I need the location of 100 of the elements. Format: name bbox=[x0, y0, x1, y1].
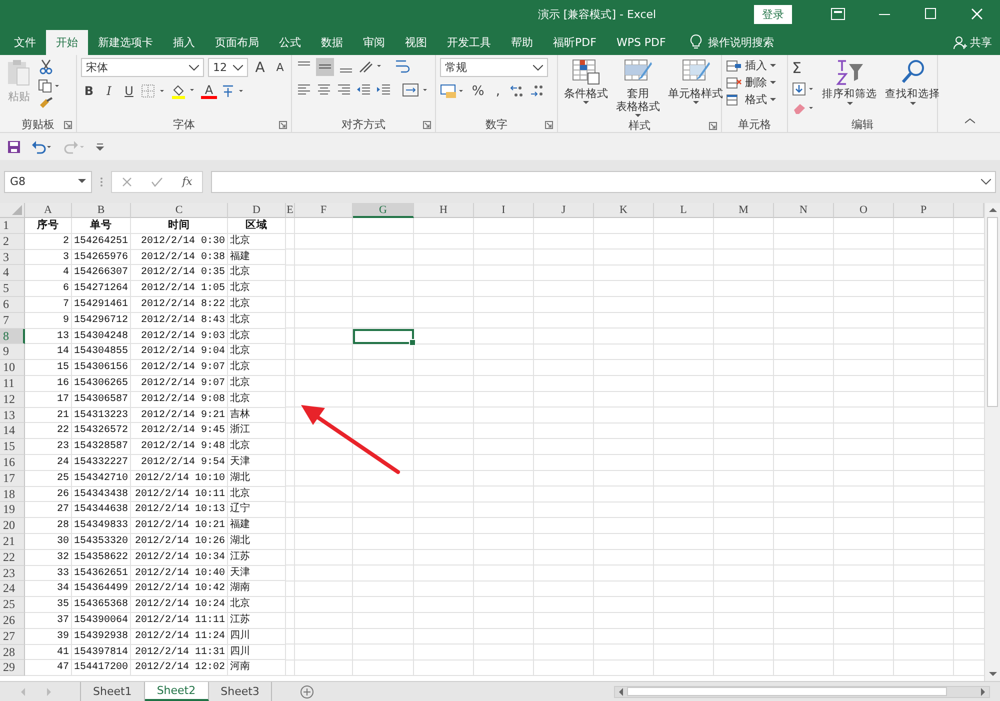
scroll-thumb[interactable] bbox=[627, 687, 947, 696]
align-icon[interactable] bbox=[296, 83, 312, 97]
cut-icon[interactable] bbox=[38, 59, 54, 75]
dialog-launcher-icon[interactable] bbox=[423, 121, 431, 129]
sheet-tab[interactable]: Sheet3 bbox=[208, 682, 272, 701]
phonetic-guide-icon[interactable] bbox=[221, 83, 245, 99]
save-icon[interactable] bbox=[7, 140, 21, 154]
row-header[interactable]: 11 bbox=[0, 376, 25, 392]
ribbon-tab[interactable]: 文件 bbox=[4, 30, 46, 55]
row-header[interactable]: 12 bbox=[0, 392, 25, 408]
name-box[interactable]: G8 bbox=[4, 170, 92, 192]
maximize-icon[interactable] bbox=[925, 8, 937, 20]
column-header[interactable]: D bbox=[228, 203, 286, 218]
column-header[interactable]: B bbox=[72, 203, 131, 218]
format-as-table-button[interactable]: 套用 表格格式 bbox=[614, 58, 662, 118]
currency-icon[interactable] bbox=[440, 83, 466, 99]
column-header[interactable]: N bbox=[774, 203, 834, 218]
row-header[interactable]: 26 bbox=[0, 612, 25, 629]
italic-button[interactable]: I bbox=[101, 84, 117, 98]
scroll-right-icon[interactable] bbox=[980, 688, 986, 696]
row-header[interactable]: 24 bbox=[0, 581, 25, 598]
ribbon-tab[interactable]: 数据 bbox=[311, 30, 353, 55]
align-icon[interactable] bbox=[316, 83, 332, 97]
ribbon-tab[interactable]: 插入 bbox=[163, 30, 205, 55]
row-header[interactable]: 20 bbox=[0, 518, 25, 534]
drag-handle-icon[interactable] bbox=[100, 176, 103, 186]
dialog-launcher-icon[interactable] bbox=[709, 122, 717, 130]
copy-icon[interactable] bbox=[38, 79, 60, 93]
sort-filter-button[interactable]: 排序和筛选 bbox=[820, 58, 879, 106]
row-header[interactable]: 16 bbox=[0, 454, 25, 471]
dialog-launcher-icon[interactable] bbox=[279, 121, 287, 129]
ribbon-tab[interactable]: 页面布局 bbox=[205, 30, 269, 55]
align-icon[interactable] bbox=[356, 83, 372, 97]
comma-button[interactable]: , bbox=[490, 84, 506, 98]
row-header[interactable]: 3 bbox=[0, 250, 25, 266]
tell-me-search[interactable]: 操作说明搜索 bbox=[708, 30, 774, 55]
ribbon-tab[interactable]: 审阅 bbox=[353, 30, 395, 55]
delete-button[interactable]: 删除 bbox=[726, 75, 776, 90]
ribbon-tab[interactable]: WPS PDF bbox=[606, 30, 676, 55]
column-header[interactable]: L bbox=[654, 203, 714, 218]
vertical-scrollbar[interactable] bbox=[984, 203, 1000, 681]
add-sheet-icon[interactable] bbox=[300, 684, 314, 698]
underline-button[interactable]: U bbox=[121, 84, 137, 98]
undo-icon[interactable] bbox=[31, 140, 53, 154]
ribbon-display-icon[interactable] bbox=[831, 8, 845, 20]
row-header[interactable]: 17 bbox=[0, 470, 25, 487]
formula-input[interactable] bbox=[211, 170, 996, 192]
middle-align-icon[interactable] bbox=[316, 58, 334, 76]
column-header[interactable]: E bbox=[286, 203, 295, 218]
column-header[interactable]: A bbox=[25, 203, 72, 218]
row-header[interactable]: 2 bbox=[0, 234, 25, 250]
row-header[interactable]: 8 bbox=[0, 328, 25, 344]
row-header[interactable]: 1 bbox=[0, 218, 25, 234]
align-icon[interactable] bbox=[376, 83, 392, 97]
login-button[interactable]: 登录 bbox=[754, 4, 792, 24]
number-format-dropdown[interactable]: 常规 bbox=[440, 58, 548, 77]
column-header[interactable]: M bbox=[714, 203, 774, 218]
format-painter-icon[interactable] bbox=[38, 97, 54, 111]
ribbon-tab[interactable]: 帮助 bbox=[501, 30, 543, 55]
ribbon-tab[interactable]: 视图 bbox=[395, 30, 437, 55]
row-header[interactable]: 14 bbox=[0, 423, 25, 440]
dialog-launcher-icon[interactable] bbox=[545, 121, 553, 129]
find-select-button[interactable]: 查找和选择 bbox=[883, 58, 942, 106]
row-header[interactable]: 5 bbox=[0, 281, 25, 297]
font-size-dropdown[interactable]: 12 bbox=[208, 58, 248, 77]
column-header[interactable]: C bbox=[131, 203, 228, 218]
orientation-icon[interactable] bbox=[358, 59, 384, 75]
grow-font-button[interactable]: A bbox=[252, 60, 268, 76]
collapse-ribbon-icon[interactable] bbox=[965, 118, 975, 124]
column-header[interactable]: G bbox=[353, 203, 414, 218]
scroll-up-icon[interactable] bbox=[988, 207, 996, 213]
column-header[interactable]: K bbox=[594, 203, 654, 218]
column-header[interactable]: I bbox=[474, 203, 534, 218]
row-header[interactable]: 28 bbox=[0, 644, 25, 660]
scroll-left-icon[interactable] bbox=[618, 688, 624, 696]
row-header[interactable]: 7 bbox=[0, 312, 25, 329]
percent-button[interactable]: % bbox=[470, 84, 486, 98]
row-header[interactable]: 22 bbox=[0, 550, 25, 566]
horizontal-scrollbar[interactable] bbox=[614, 686, 990, 698]
sheet-tab[interactable]: Sheet2 bbox=[144, 682, 209, 701]
insert-function-button[interactable]: fx bbox=[182, 175, 192, 188]
column-header[interactable]: F bbox=[295, 203, 353, 218]
share-button[interactable]: 共享 bbox=[953, 30, 992, 55]
ribbon-tab[interactable]: 开始 bbox=[46, 30, 88, 55]
format-button[interactable]: 格式 bbox=[726, 92, 776, 107]
row-header[interactable]: 6 bbox=[0, 296, 25, 313]
ribbon-tab[interactable]: 福昕PDF bbox=[543, 30, 606, 55]
row-header[interactable]: 10 bbox=[0, 360, 25, 376]
scroll-down-icon[interactable] bbox=[988, 671, 996, 677]
insert-button[interactable]: 插入 bbox=[726, 58, 776, 73]
conditional-formatting-button[interactable]: 条件格式 bbox=[562, 58, 610, 105]
row-header[interactable]: 27 bbox=[0, 628, 25, 645]
scroll-thumb[interactable] bbox=[987, 217, 998, 407]
customize-toolbar-icon[interactable] bbox=[95, 142, 105, 152]
row-header[interactable]: 19 bbox=[0, 502, 25, 518]
fill-down-icon[interactable] bbox=[792, 82, 816, 96]
cell-styles-button[interactable]: 单元格样式 bbox=[666, 58, 725, 105]
ribbon-tab[interactable]: 公式 bbox=[269, 30, 311, 55]
row-header[interactable]: 18 bbox=[0, 486, 25, 502]
autosum-button[interactable]: Σ bbox=[792, 59, 814, 77]
